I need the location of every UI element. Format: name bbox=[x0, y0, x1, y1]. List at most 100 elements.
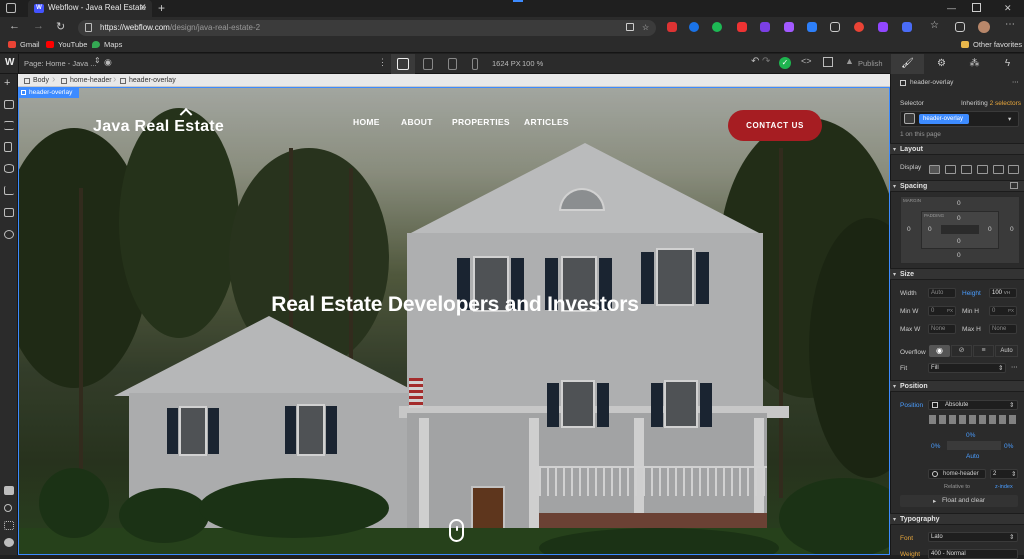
extension-blue-icon[interactable] bbox=[689, 22, 699, 32]
padding-bottom-value[interactable]: 0 bbox=[957, 238, 961, 245]
margin-top-value[interactable]: 0 bbox=[957, 200, 961, 207]
breadcrumb-home-header[interactable]: home-header bbox=[70, 77, 112, 84]
max-height-input[interactable]: None bbox=[989, 324, 1017, 334]
spacing-section-header[interactable]: ▾ Spacing bbox=[890, 180, 1024, 192]
reload-icon[interactable]: ↻ bbox=[56, 20, 65, 33]
extension-chrome-icon[interactable] bbox=[854, 22, 864, 32]
mobile-icon[interactable] bbox=[472, 58, 478, 70]
extension-green-icon[interactable] bbox=[712, 22, 722, 32]
height-input[interactable]: 100 VH bbox=[989, 288, 1017, 298]
webflow-logo-icon[interactable]: W bbox=[5, 57, 14, 68]
audit-icon[interactable] bbox=[4, 486, 14, 495]
design-canvas[interactable]: Java Real Estate HOME ABOUT PROPERTIES A… bbox=[18, 87, 890, 555]
read-mode-icon[interactable] bbox=[626, 23, 634, 31]
height-unit[interactable]: VH bbox=[1004, 290, 1010, 295]
fit-more-icon[interactable]: ⋯ bbox=[1011, 363, 1018, 371]
overflow-hidden-icon[interactable]: ⊘ bbox=[951, 345, 972, 357]
min-width-unit[interactable]: PX bbox=[947, 307, 955, 315]
preview-eye-icon[interactable]: ◉ bbox=[104, 57, 112, 68]
width-input[interactable]: Auto bbox=[928, 288, 956, 298]
selector-chip[interactable]: header-overlay bbox=[919, 114, 969, 124]
extension-figma-icon[interactable] bbox=[784, 22, 794, 32]
extension-purple-icon[interactable] bbox=[760, 22, 770, 32]
nav-link-about[interactable]: ABOUT bbox=[401, 117, 433, 127]
display-block-button[interactable] bbox=[929, 165, 940, 174]
style-manager-icon[interactable]: ⁂ bbox=[958, 54, 991, 74]
position-left-value[interactable]: 0% bbox=[931, 443, 940, 450]
tab-actions-icon[interactable] bbox=[6, 3, 16, 13]
assets-icon[interactable] bbox=[4, 208, 14, 217]
extension-lastpass-icon[interactable] bbox=[737, 22, 747, 32]
inheriting-count[interactable]: 2 selectors bbox=[990, 100, 1021, 107]
position-presets[interactable] bbox=[929, 415, 1019, 424]
extension-red-icon[interactable] bbox=[667, 22, 677, 32]
extension-twitch-icon[interactable] bbox=[878, 22, 888, 32]
min-height-unit[interactable]: PX bbox=[1008, 307, 1016, 315]
search-icon[interactable] bbox=[4, 504, 12, 512]
bookmark-gmail[interactable]: Gmail bbox=[20, 40, 40, 49]
undo-icon[interactable]: ↶ bbox=[751, 56, 759, 67]
browser-menu-icon[interactable]: ⋯ bbox=[1005, 19, 1015, 30]
style-brush-icon[interactable]: 🖌 bbox=[891, 54, 924, 74]
tablet-landscape-icon[interactable] bbox=[423, 58, 433, 70]
header-overlay[interactable] bbox=[19, 88, 889, 554]
selector-dropdown-icon[interactable]: ▾ bbox=[1008, 115, 1011, 123]
nav-link-home[interactable]: HOME bbox=[353, 117, 380, 127]
nav-link-articles[interactable]: ARTICLES bbox=[524, 117, 569, 127]
margin-right-value[interactable]: 0 bbox=[1010, 226, 1014, 233]
panel-more-icon[interactable]: ⋯ bbox=[1012, 78, 1019, 86]
min-height-input[interactable]: 0 PX bbox=[989, 306, 1017, 316]
nav-link-properties[interactable]: PROPERTIES bbox=[452, 117, 510, 127]
site-logo[interactable]: Java Real Estate bbox=[93, 118, 224, 136]
help-icon[interactable] bbox=[4, 538, 14, 547]
settings-gear-icon[interactable] bbox=[4, 230, 14, 239]
margin-left-value[interactable]: 0 bbox=[907, 226, 911, 233]
bookmark-youtube[interactable]: YouTube bbox=[58, 40, 87, 49]
typography-section-header[interactable]: ▾ Typography bbox=[890, 513, 1024, 525]
selected-element-tag[interactable]: header-overlay bbox=[19, 88, 79, 98]
extension-tools-icon[interactable] bbox=[902, 22, 912, 32]
display-flex-button[interactable] bbox=[945, 165, 956, 174]
interactions-bolt-icon[interactable]: ϟ bbox=[991, 54, 1024, 74]
scroll-mouse-icon[interactable] bbox=[449, 519, 464, 542]
margin-bottom-value[interactable]: 0 bbox=[957, 252, 961, 259]
display-grid-button[interactable] bbox=[961, 165, 972, 174]
font-dropdown-icon[interactable]: ⇕ bbox=[1009, 533, 1014, 541]
breadcrumb-body[interactable]: Body bbox=[33, 77, 49, 84]
window-close-icon[interactable]: ✕ bbox=[1004, 3, 1012, 14]
browser-tab[interactable]: W Webflow - Java Real Estate ✕ bbox=[28, 0, 152, 17]
add-panel-icon[interactable]: + bbox=[4, 78, 14, 89]
apps-icon[interactable] bbox=[4, 521, 14, 530]
fit-dropdown-icon[interactable]: ⇕ bbox=[998, 364, 1003, 372]
padding-right-value[interactable]: 0 bbox=[988, 226, 992, 233]
symbols-cube-icon[interactable] bbox=[4, 100, 14, 109]
profile-avatar[interactable] bbox=[978, 21, 990, 33]
export-icon[interactable] bbox=[823, 57, 833, 67]
position-bottom-value[interactable]: Auto bbox=[966, 453, 979, 460]
min-width-input[interactable]: 0 PX bbox=[928, 306, 956, 316]
weight-select[interactable]: 400 - Normal bbox=[928, 549, 1018, 559]
position-section-header[interactable]: ▾ Position bbox=[890, 380, 1024, 392]
fit-select[interactable]: Fill bbox=[928, 363, 1006, 373]
position-right-value[interactable]: 0% bbox=[1004, 443, 1013, 450]
favorite-star-icon[interactable]: ☆ bbox=[642, 23, 649, 32]
padding-left-value[interactable]: 0 bbox=[928, 226, 932, 233]
forward-icon[interactable]: → bbox=[33, 20, 44, 32]
display-inline-block-button[interactable] bbox=[977, 165, 988, 174]
bookmark-other-favorites[interactable]: Other favorites bbox=[973, 40, 1022, 49]
redo-icon[interactable]: ↷ bbox=[762, 56, 770, 67]
more-options-icon[interactable]: ⋮ bbox=[378, 57, 387, 68]
new-tab-icon[interactable]: + bbox=[158, 1, 165, 15]
font-select[interactable]: Lato bbox=[928, 532, 1018, 542]
position-dropdown-icon[interactable]: ⇕ bbox=[1009, 401, 1014, 409]
overflow-scroll-icon[interactable]: ≡ bbox=[973, 345, 994, 357]
max-width-input[interactable]: None bbox=[928, 324, 956, 334]
overflow-auto-button[interactable]: Auto bbox=[995, 345, 1018, 357]
extension-box-icon[interactable] bbox=[830, 22, 840, 32]
navigator-icon[interactable] bbox=[4, 121, 14, 130]
selector-state-icon[interactable] bbox=[904, 113, 915, 124]
page-selector[interactable]: Page: Home - Java ... bbox=[24, 59, 97, 68]
ecommerce-cart-icon[interactable] bbox=[4, 186, 14, 195]
back-icon[interactable]: ← bbox=[9, 20, 20, 32]
pages-icon[interactable] bbox=[4, 142, 12, 152]
